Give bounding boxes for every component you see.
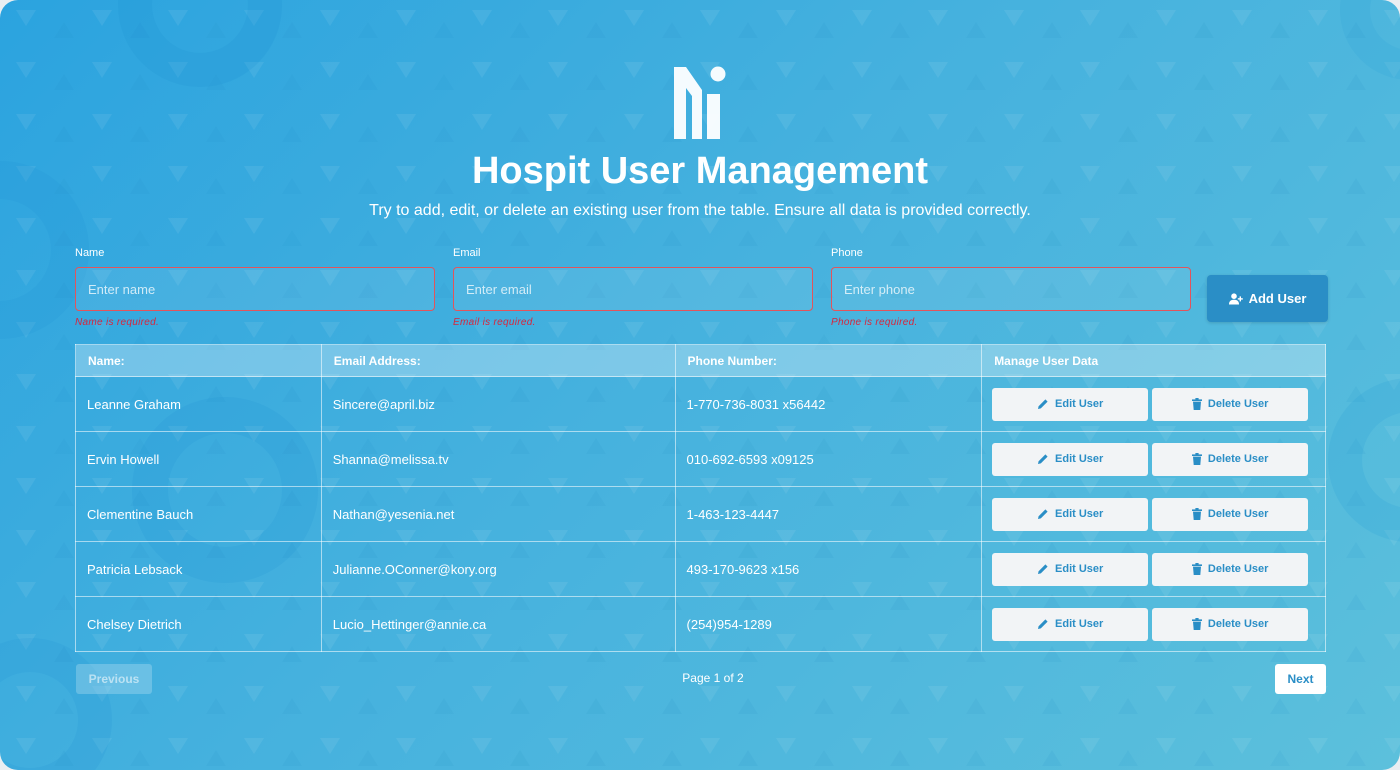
cell-actions: Edit User Delete User	[981, 596, 1326, 652]
trash-icon	[1191, 398, 1202, 410]
header-phone: Phone Number:	[674, 344, 983, 377]
table-row: Leanne Graham Sincere@april.biz 1-770-73…	[75, 376, 1326, 432]
cell-name: Ervin Howell	[75, 431, 322, 487]
pencil-icon	[1038, 399, 1048, 409]
delete-user-label: Delete User	[1207, 508, 1269, 520]
page-title: Hospit User Management	[471, 150, 929, 192]
edit-user-label: Edit User	[1055, 563, 1104, 575]
edit-user-button[interactable]: Edit User	[992, 497, 1149, 531]
delete-user-label: Delete User	[1207, 398, 1269, 410]
email-field-group: Email Email is required.	[453, 247, 813, 328]
email-input[interactable]	[453, 267, 813, 311]
delete-user-button[interactable]: Delete User	[1152, 607, 1309, 641]
header-name: Name:	[75, 344, 322, 377]
table-row: Chelsey Dietrich Lucio_Hettinger@annie.c…	[75, 596, 1326, 652]
edit-user-button[interactable]: Edit User	[992, 387, 1149, 421]
header-manage: Manage User Data	[981, 344, 1326, 377]
phone-label: Phone	[831, 247, 863, 259]
page-subtitle: Try to add, edit, or delete an existing …	[369, 202, 1031, 219]
delete-user-label: Delete User	[1207, 563, 1269, 575]
cell-actions: Edit User Delete User	[981, 431, 1326, 487]
pencil-icon	[1038, 509, 1048, 519]
trash-icon	[1191, 618, 1202, 630]
table-header-row: Name: Email Address: Phone Number: Manag…	[75, 344, 1326, 377]
phone-field-group: Phone Phone is required.	[831, 247, 1191, 328]
table-row: Ervin Howell Shanna@melissa.tv 010-692-6…	[75, 431, 1326, 487]
name-field-group: Name Name is required.	[75, 247, 435, 328]
add-user-button[interactable]: Add User	[1207, 275, 1328, 322]
edit-user-button[interactable]: Edit User	[992, 442, 1149, 476]
add-user-label: Add User	[1248, 291, 1307, 306]
pencil-icon	[1038, 564, 1048, 574]
delete-user-label: Delete User	[1207, 453, 1269, 465]
phone-input[interactable]	[831, 267, 1191, 311]
cell-email: Lucio_Hettinger@annie.ca	[320, 596, 676, 652]
delete-user-label: Delete User	[1207, 618, 1269, 630]
cell-phone: 493-170-9623 x156	[674, 541, 983, 597]
trash-icon	[1191, 453, 1202, 465]
cell-email: Julianne.OConner@kory.org	[320, 541, 676, 597]
cell-name: Chelsey Dietrich	[75, 596, 322, 652]
pencil-icon	[1038, 619, 1048, 629]
edit-user-label: Edit User	[1055, 398, 1104, 410]
delete-user-button[interactable]: Delete User	[1152, 552, 1309, 586]
delete-user-button[interactable]: Delete User	[1152, 497, 1309, 531]
email-error: Email is required.	[453, 317, 536, 328]
edit-user-label: Edit User	[1055, 618, 1104, 630]
users-table: Name: Email Address: Phone Number: Manag…	[75, 344, 1326, 652]
cell-name: Clementine Bauch	[75, 486, 322, 542]
table-row: Patricia Lebsack Julianne.OConner@kory.o…	[75, 541, 1326, 597]
cell-email: Shanna@melissa.tv	[320, 431, 676, 487]
main-content: Hospit User Management Try to add, edit,…	[0, 0, 1400, 770]
table-row: Clementine Bauch Nathan@yesenia.net 1-46…	[75, 486, 1326, 542]
cell-name: Leanne Graham	[75, 376, 322, 432]
app-frame: Hospit User Management Try to add, edit,…	[0, 0, 1400, 770]
phone-error: Phone is required.	[831, 317, 918, 328]
delete-user-button[interactable]: Delete User	[1152, 387, 1309, 421]
cell-phone: 010-692-6593 x09125	[674, 431, 983, 487]
trash-icon	[1191, 563, 1202, 575]
user-plus-icon	[1228, 292, 1243, 304]
cell-actions: Edit User Delete User	[981, 376, 1326, 432]
cell-phone: 1-770-736-8031 x56442	[674, 376, 983, 432]
cell-email: Nathan@yesenia.net	[320, 486, 676, 542]
hospit-logo	[674, 66, 726, 139]
cell-actions: Edit User Delete User	[981, 486, 1326, 542]
edit-user-label: Edit User	[1055, 453, 1104, 465]
edit-user-button[interactable]: Edit User	[992, 552, 1149, 586]
header-email: Email Address:	[320, 344, 676, 377]
cell-email: Sincere@april.biz	[320, 376, 676, 432]
cell-phone: 1-463-123-4447	[674, 486, 983, 542]
cell-actions: Edit User Delete User	[981, 541, 1326, 597]
name-label: Name	[75, 247, 105, 259]
trash-icon	[1191, 508, 1202, 520]
delete-user-button[interactable]: Delete User	[1152, 442, 1309, 476]
page-indicator: Page 1 of 2	[682, 671, 744, 685]
next-page-button[interactable]: Next	[1275, 664, 1326, 694]
cell-name: Patricia Lebsack	[75, 541, 322, 597]
edit-user-button[interactable]: Edit User	[992, 607, 1149, 641]
name-input[interactable]	[75, 267, 435, 311]
edit-user-label: Edit User	[1055, 508, 1104, 520]
cell-phone: (254)954-1289	[674, 596, 983, 652]
name-error: Name is required.	[75, 317, 160, 328]
email-label: Email	[453, 247, 481, 259]
pencil-icon	[1038, 454, 1048, 464]
